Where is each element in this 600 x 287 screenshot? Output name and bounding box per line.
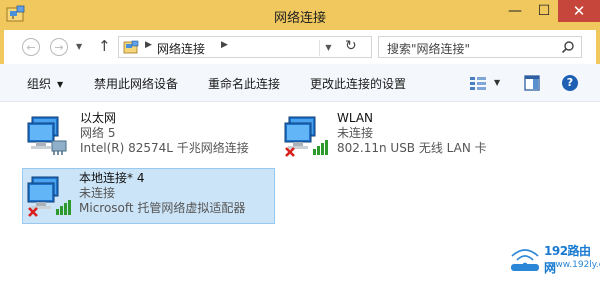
breadcrumb-network-connections[interactable]: 网络连接 (157, 40, 205, 57)
wireless-adapter-icon (27, 176, 71, 217)
connection-item-ethernet[interactable]: 以太网 网络 5 Intel(R) 82574L 千兆网络连接 (20, 107, 270, 161)
view-options-chevron-icon[interactable]: ▼ (494, 78, 500, 87)
wireless-adapter-icon (284, 116, 328, 157)
maximize-button[interactable]: ☐ (530, 0, 558, 22)
connections-list: 以太网 网络 5 Intel(R) 82574L 千兆网络连接 WLAN 未连接… (0, 103, 600, 287)
change-view-icon[interactable] (470, 77, 486, 91)
chevron-down-icon: ▼ (57, 80, 64, 89)
connection-item-local-4[interactable]: 本地连接* 4 未连接 Microsoft 托管网络虚拟适配器 (22, 168, 275, 224)
connection-name: 本地连接* 4 (79, 171, 145, 185)
minimize-button[interactable]: — (500, 0, 530, 22)
organize-menu[interactable]: 组织 ▼ (27, 75, 63, 92)
preview-pane-icon[interactable] (524, 75, 540, 91)
network-folder-icon (123, 40, 139, 54)
connection-texts: 以太网 网络 5 Intel(R) 82574L 千兆网络连接 (80, 111, 249, 156)
back-button[interactable]: ← (22, 38, 40, 56)
search-icon[interactable] (561, 40, 575, 54)
watermark-logo: 192路由网 www.192ly.com (508, 240, 600, 278)
recent-locations-chevron-icon[interactable]: ▼ (76, 42, 82, 51)
connection-device: Intel(R) 82574L 千兆网络连接 (80, 141, 249, 155)
wifi-logo-icon (510, 248, 540, 271)
connection-item-wlan[interactable]: WLAN 未连接 802.11n USB 无线 LAN 卡 (277, 107, 527, 161)
connection-texts: 本地连接* 4 未连接 Microsoft 托管网络虚拟适配器 (79, 171, 245, 216)
title-bar: 网络连接 — ☐ ✕ (0, 0, 600, 30)
connection-status: 未连接 (79, 186, 116, 200)
watermark-url: www.192ly.com (548, 260, 600, 270)
up-button[interactable]: ↑ (98, 37, 111, 55)
connection-status: 网络 5 (80, 126, 116, 140)
connection-name: 以太网 (80, 111, 117, 125)
change-settings-button[interactable]: 更改此连接的设置 (310, 75, 406, 92)
command-bar: 组织 ▼ 禁用此网络设备 重命名此连接 更改此连接的设置 ▼ ? (0, 64, 600, 102)
rename-connection-button[interactable]: 重命名此连接 (208, 75, 280, 92)
address-dropdown-icon[interactable]: ▼ (319, 40, 337, 56)
ethernet-adapter-icon (27, 116, 67, 155)
forward-button[interactable]: → (50, 38, 68, 56)
disable-device-button[interactable]: 禁用此网络设备 (94, 75, 178, 92)
connection-device: Microsoft 托管网络虚拟适配器 (79, 201, 246, 215)
address-row: ← → ▼ ↑ ▶ 网络连接 ▶ ▼ ↻ 搜索"网络连接" (0, 30, 600, 64)
help-icon[interactable]: ? (562, 75, 578, 91)
breadcrumb-separator-icon[interactable]: ▶ (221, 40, 228, 50)
connection-texts: WLAN 未连接 802.11n USB 无线 LAN 卡 (337, 111, 487, 156)
breadcrumb-separator-icon[interactable]: ▶ (145, 40, 152, 50)
organize-label: 组织 (27, 77, 52, 91)
address-box[interactable]: ▶ 网络连接 ▶ ▼ ↻ (118, 36, 372, 58)
connection-name: WLAN (337, 111, 374, 125)
search-input[interactable]: 搜索"网络连接" (378, 36, 582, 58)
refresh-icon[interactable]: ↻ (345, 38, 357, 54)
address-row-inner: ← → ▼ ↑ ▶ 网络连接 ▶ ▼ ↻ 搜索"网络连接" (4, 30, 596, 64)
close-button[interactable]: ✕ (558, 0, 600, 22)
watermark-text: 192路由网 (544, 244, 591, 275)
connection-status: 未连接 (337, 126, 374, 140)
connection-device: 802.11n USB 无线 LAN 卡 (337, 141, 487, 155)
search-placeholder: 搜索"网络连接" (387, 42, 471, 56)
